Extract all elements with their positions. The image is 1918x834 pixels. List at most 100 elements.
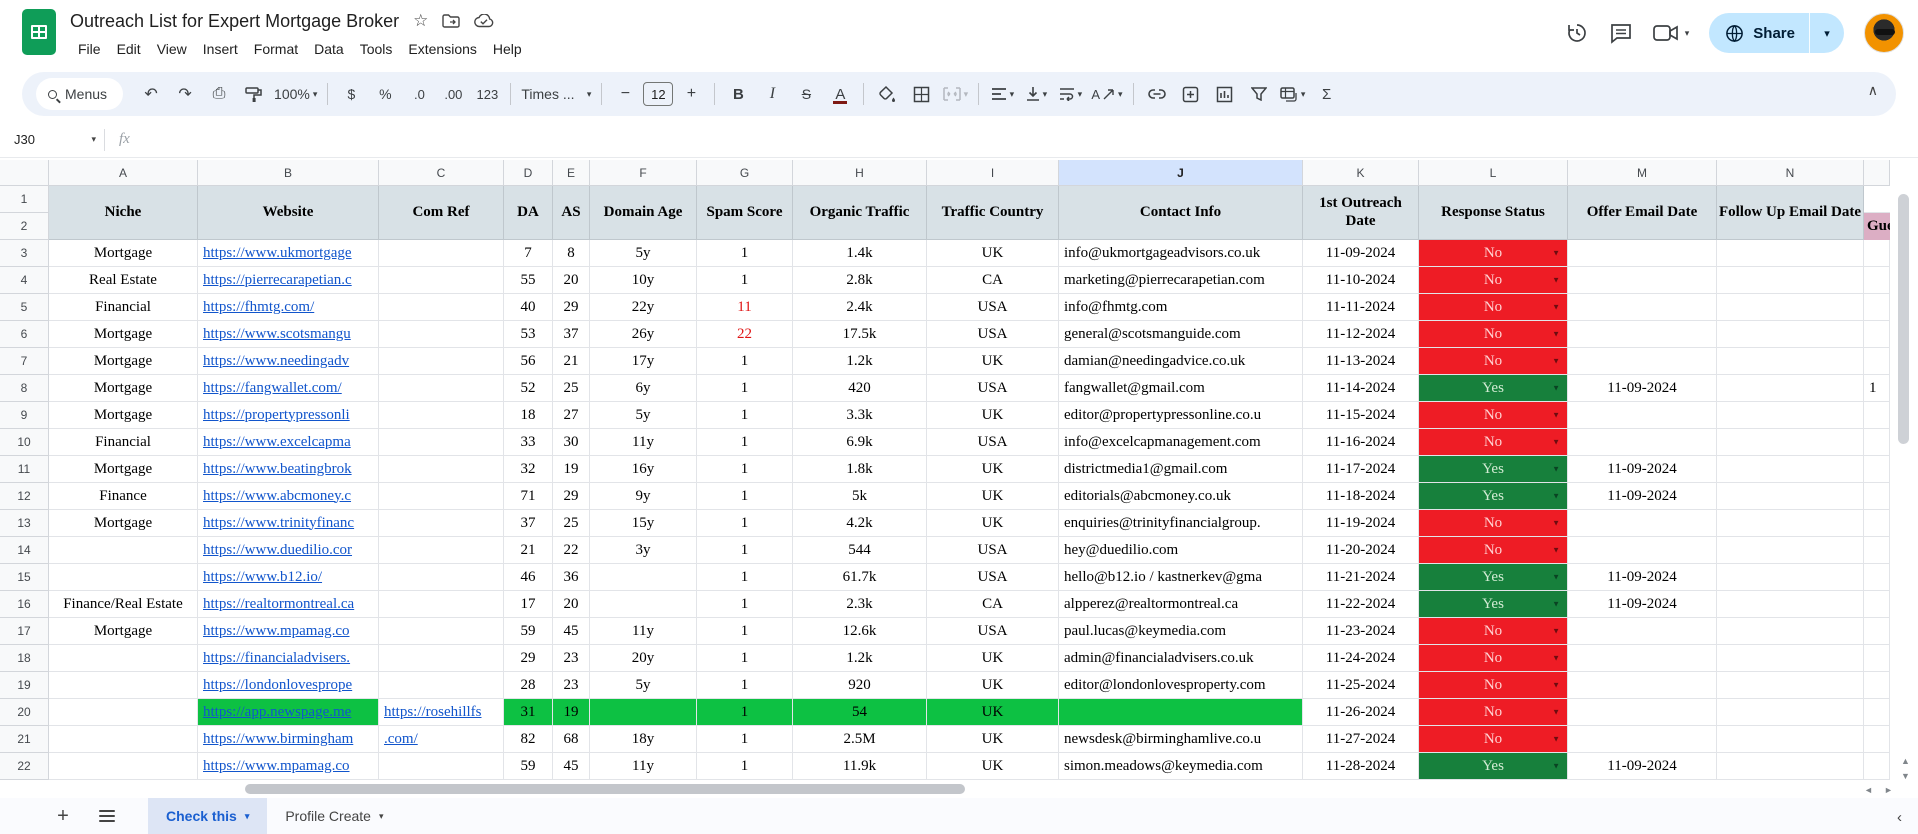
cell-country[interactable]: CA (927, 591, 1059, 618)
cell-organic[interactable]: 6.9k (793, 429, 927, 456)
cell-country[interactable]: UK (927, 672, 1059, 699)
cell-domain_age[interactable]: 11y (590, 753, 697, 780)
cell-spam[interactable]: 1 (697, 753, 793, 780)
cell-contact[interactable]: paul.lucas@keymedia.com (1059, 618, 1303, 645)
cell-da[interactable]: 28 (504, 672, 553, 699)
cell-com_ref[interactable] (379, 672, 504, 699)
status-cell[interactable]: No▼ (1419, 321, 1568, 348)
menu-insert[interactable]: Insert (195, 38, 246, 60)
status-dropdown-icon[interactable]: ▼ (1552, 519, 1560, 528)
cell-offer[interactable]: 11-09-2024 (1568, 456, 1717, 483)
cell-da[interactable]: 18 (504, 402, 553, 429)
cell-contact[interactable]: simon.meadows@keymedia.com (1059, 753, 1303, 780)
cell-country[interactable]: USA (927, 618, 1059, 645)
cell-niche[interactable]: Mortgage (49, 402, 198, 429)
cell-domain_age[interactable]: 5y (590, 402, 697, 429)
cell-outreach[interactable]: 11-27-2024 (1303, 726, 1419, 753)
cell-extra[interactable] (1864, 753, 1890, 780)
status-dropdown-icon[interactable]: ▼ (1552, 357, 1560, 366)
status-dropdown-icon[interactable]: ▼ (1552, 573, 1560, 582)
cell-niche[interactable] (49, 726, 198, 753)
column-letter-I[interactable]: I (927, 160, 1059, 186)
row-number-6[interactable]: 6 (0, 321, 49, 348)
status-dropdown-icon[interactable]: ▼ (1552, 600, 1560, 609)
status-dropdown-icon[interactable]: ▼ (1552, 735, 1560, 744)
redo-button[interactable]: ↷ (169, 79, 201, 109)
print-button[interactable]: ⎙ (203, 79, 235, 109)
status-cell[interactable]: No▼ (1419, 618, 1568, 645)
cell-com_ref[interactable] (379, 429, 504, 456)
cell-organic[interactable]: 920 (793, 672, 927, 699)
cell-contact[interactable]: marketing@pierrecarapetian.com (1059, 267, 1303, 294)
strikethrough-button[interactable]: S (790, 79, 822, 109)
name-box[interactable]: J30 ▾ (0, 132, 104, 147)
increase-decimal-button[interactable]: .00 (437, 79, 469, 109)
cell-niche[interactable]: Financial (49, 294, 198, 321)
cell-domain_age[interactable]: 20y (590, 645, 697, 672)
cell-website[interactable]: https://fhmtg.com/ (198, 294, 379, 321)
cell-followup[interactable] (1717, 510, 1864, 537)
cell-niche[interactable]: Mortgage (49, 321, 198, 348)
cell-niche[interactable] (49, 753, 198, 780)
status-cell[interactable]: No▼ (1419, 240, 1568, 267)
cell-spam[interactable]: 1 (697, 699, 793, 726)
text-rotation-button[interactable]: A ▾ (1088, 79, 1125, 109)
row-number-13[interactable]: 13 (0, 510, 49, 537)
status-cell[interactable]: Yes▼ (1419, 753, 1568, 780)
header-cell-organic[interactable]: Organic Traffic (793, 186, 927, 240)
cell-da[interactable]: 21 (504, 537, 553, 564)
tab-check-this[interactable]: Check this▾ (148, 798, 267, 834)
status-dropdown-icon[interactable]: ▼ (1552, 249, 1560, 258)
menu-tools[interactable]: Tools (352, 38, 401, 60)
all-sheets-button[interactable] (92, 810, 122, 822)
cell-contact[interactable]: info@excelcapmanagement.com (1059, 429, 1303, 456)
decrease-font-size-button[interactable]: − (609, 79, 641, 109)
row-number-3[interactable]: 3 (0, 240, 49, 267)
row-number-8[interactable]: 8 (0, 375, 49, 402)
cell-da[interactable]: 46 (504, 564, 553, 591)
insert-chart-button[interactable] (1209, 79, 1241, 109)
cell-com_ref[interactable] (379, 240, 504, 267)
paint-format-button[interactable] (237, 79, 269, 109)
cell-followup[interactable] (1717, 672, 1864, 699)
cell-outreach[interactable]: 11-14-2024 (1303, 375, 1419, 402)
cell-outreach[interactable]: 11-10-2024 (1303, 267, 1419, 294)
cell-niche[interactable]: Mortgage (49, 240, 198, 267)
column-letter-H[interactable]: H (793, 160, 927, 186)
menus-search-button[interactable]: Menus (36, 78, 123, 110)
status-cell[interactable]: No▼ (1419, 645, 1568, 672)
cell-as[interactable]: 19 (553, 699, 590, 726)
cell-as[interactable]: 20 (553, 591, 590, 618)
cell-spam[interactable]: 22 (697, 321, 793, 348)
cell-niche[interactable] (49, 537, 198, 564)
cell-contact[interactable]: general@scotsmanguide.com (1059, 321, 1303, 348)
cell-offer[interactable] (1568, 267, 1717, 294)
cell-contact[interactable]: hello@b12.io / kastnerkev@gma (1059, 564, 1303, 591)
cell-extra[interactable] (1864, 591, 1890, 618)
text-wrap-button[interactable]: ▾ (1054, 79, 1086, 109)
cell-spam[interactable]: 1 (697, 591, 793, 618)
status-cell[interactable]: No▼ (1419, 294, 1568, 321)
cell-extra[interactable] (1864, 672, 1890, 699)
cell-outreach[interactable]: 11-24-2024 (1303, 645, 1419, 672)
cell-offer[interactable]: 11-09-2024 (1568, 564, 1717, 591)
row-number-1[interactable]: 1 (0, 186, 49, 213)
cell-da[interactable]: 7 (504, 240, 553, 267)
comments-icon[interactable] (1609, 21, 1633, 45)
cell-com_ref[interactable] (379, 510, 504, 537)
cell-spam[interactable]: 1 (697, 564, 793, 591)
row-number-21[interactable]: 21 (0, 726, 49, 753)
cell-outreach[interactable]: 11-17-2024 (1303, 456, 1419, 483)
cell-country[interactable]: USA (927, 294, 1059, 321)
status-cell[interactable]: No▼ (1419, 510, 1568, 537)
row-number-16[interactable]: 16 (0, 591, 49, 618)
status-cell[interactable]: Yes▼ (1419, 375, 1568, 402)
cell-offer[interactable] (1568, 240, 1717, 267)
cell-followup[interactable] (1717, 348, 1864, 375)
cell-outreach[interactable]: 11-22-2024 (1303, 591, 1419, 618)
cell-as[interactable]: 20 (553, 267, 590, 294)
header-cell-as[interactable]: AS (553, 186, 590, 240)
cell-website[interactable]: https://pierrecarapetian.c (198, 267, 379, 294)
cell-spam[interactable]: 1 (697, 510, 793, 537)
header-cell-extra[interactable]: Gue (1864, 186, 1890, 240)
